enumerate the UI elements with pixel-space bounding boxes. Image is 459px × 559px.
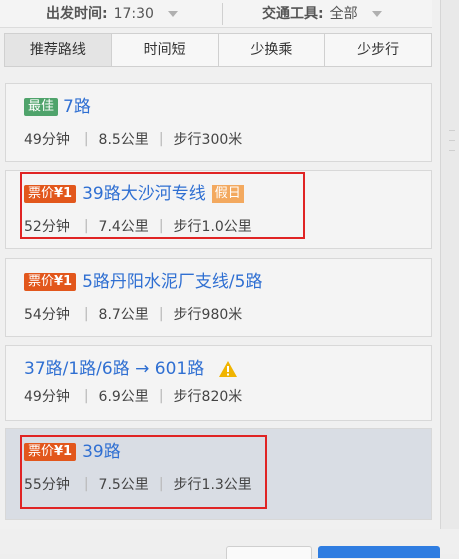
route-name-link[interactable]: 5路丹阳水泥厂支线/5路 [82, 271, 262, 293]
secondary-button[interactable] [226, 546, 312, 559]
route-card[interactable]: 37路/1路/6路 → 601路 49分钟 | 6.9公里 | 步行820米 [5, 345, 432, 421]
route-tabs: 推荐路线 时间短 少换乘 少步行 [4, 33, 432, 67]
route-panel: 出发时间: 17:30 交通工具: 全部 推荐路线 时间短 少换乘 少步行 最佳… [0, 0, 441, 529]
tab-fewest-transfers[interactable]: 少换乘 [218, 34, 326, 66]
route-title-row: 票价¥1 39路大沙河专线 假日 [24, 183, 244, 205]
departure-time-label: 出发时间: [46, 6, 108, 22]
route-walk: 步行1.3公里 [173, 477, 252, 493]
route-distance: 7.4公里 [98, 219, 149, 235]
route-duration: 54分钟 [24, 307, 70, 323]
price-value: ¥1 [54, 274, 73, 289]
route-walk: 步行820米 [173, 389, 243, 405]
map-edge [441, 0, 459, 529]
route-stats: 49分钟 | 8.5公里 | 步行300米 [24, 131, 243, 148]
route-name-link[interactable]: 39路大沙河专线 [82, 183, 206, 205]
route-duration: 52分钟 [24, 219, 70, 235]
price-badge: 票价¥1 [24, 185, 77, 203]
route-duration: 55分钟 [24, 477, 70, 493]
route-stats: 55分钟 | 7.5公里 | 步行1.3公里 [24, 476, 252, 493]
bottom-bar [0, 529, 459, 559]
route-distance: 8.7公里 [98, 307, 149, 323]
price-badge: 票价¥1 [24, 273, 77, 291]
price-value: ¥1 [54, 444, 73, 459]
route-distance: 8.5公里 [98, 132, 149, 148]
route-name-link[interactable]: 7路 [63, 96, 91, 118]
price-value: ¥1 [54, 186, 73, 201]
price-badge: 票价¥1 [24, 443, 77, 461]
chevron-down-icon [167, 11, 178, 17]
transport-value: 全部 [329, 6, 358, 22]
transport-label: 交通工具: [262, 6, 324, 22]
price-label: 票价 [28, 274, 55, 289]
route-duration: 49分钟 [24, 132, 70, 148]
primary-button[interactable] [318, 546, 440, 558]
route-card[interactable]: 最佳 7路 49分钟 | 8.5公里 | 步行300米 [5, 83, 432, 162]
tab-recommended[interactable]: 推荐路线 [5, 34, 112, 66]
route-stats: 54分钟 | 8.7公里 | 步行980米 [24, 306, 243, 323]
best-badge: 最佳 [24, 98, 59, 116]
price-label: 票价 [28, 444, 55, 459]
route-title-row: 票价¥1 39路 [24, 441, 121, 463]
route-title-row: 37路/1路/6路 → 601路 [24, 358, 238, 380]
route-card[interactable]: 票价¥1 39路大沙河专线 假日 52分钟 | 7.4公里 | 步行1.0公里 [5, 170, 432, 249]
filter-divider [222, 3, 223, 25]
route-title-row: 最佳 7路 [24, 96, 91, 118]
filter-bar: 出发时间: 17:30 交通工具: 全部 [0, 0, 432, 28]
holiday-badge: 假日 [211, 185, 244, 203]
route-stats: 52分钟 | 7.4公里 | 步行1.0公里 [24, 218, 252, 235]
price-label: 票价 [28, 186, 55, 201]
route-walk: 步行980米 [173, 307, 243, 323]
departure-time-value: 17:30 [113, 6, 154, 22]
route-title-row: 票价¥1 5路丹阳水泥厂支线/5路 [24, 271, 262, 293]
route-name-link[interactable]: 37路/1路/6路 → 601路 [24, 358, 204, 380]
tab-shortest-time[interactable]: 时间短 [111, 34, 219, 66]
route-name-link[interactable]: 39路 [82, 441, 121, 463]
route-duration: 49分钟 [24, 389, 70, 405]
warning-icon [219, 361, 238, 377]
route-walk: 步行1.0公里 [173, 219, 252, 235]
chevron-down-icon [371, 11, 382, 17]
route-distance: 7.5公里 [98, 477, 149, 493]
departure-time-filter[interactable]: 出发时间: 17:30 [46, 4, 178, 24]
route-card-selected[interactable]: 票价¥1 39路 55分钟 | 7.5公里 | 步行1.3公里 [5, 428, 432, 520]
tab-least-walking[interactable]: 少步行 [325, 34, 431, 66]
route-walk: 步行300米 [173, 132, 243, 148]
route-distance: 6.9公里 [98, 389, 149, 405]
route-card[interactable]: 票价¥1 5路丹阳水泥厂支线/5路 54分钟 | 8.7公里 | 步行980米 [5, 258, 432, 337]
route-stats: 49分钟 | 6.9公里 | 步行820米 [24, 388, 243, 405]
transport-filter[interactable]: 交通工具: 全部 [262, 4, 382, 24]
